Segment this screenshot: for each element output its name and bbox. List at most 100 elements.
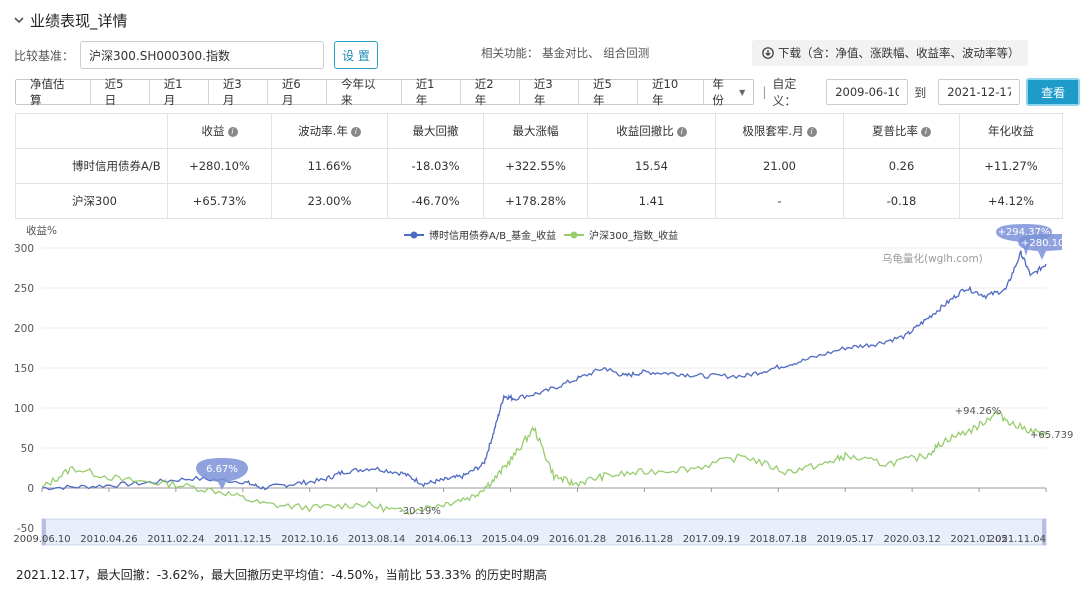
header-sharpe: 夏普比率 i bbox=[843, 113, 960, 149]
legend-marker bbox=[570, 231, 578, 239]
range-ytd[interactable]: 今年以来 bbox=[327, 77, 402, 107]
table-cell: -46.70% bbox=[387, 183, 484, 219]
annotation-label: +94.26% bbox=[955, 406, 1002, 417]
header-return: 收益 i bbox=[167, 113, 272, 149]
table-cell: 1.41 bbox=[587, 183, 716, 219]
legend-label: 沪深300_指数_收益 bbox=[589, 229, 678, 242]
x-tick-label: 2011.12.15 bbox=[214, 534, 271, 545]
table-header-row: 收益 i 波动率.年 i 最大回撤 最大涨幅 收益回撤比 i 极限套牢.月 i 夏普比率… bbox=[15, 113, 1063, 149]
to-label: 到 bbox=[914, 85, 927, 100]
x-tick-label: 2014.06.13 bbox=[415, 534, 472, 545]
query-button[interactable]: 查看 bbox=[1026, 78, 1080, 106]
table-cell: 0.26 bbox=[843, 148, 960, 184]
table-cell: 11.66% bbox=[271, 148, 388, 184]
range-3m[interactable]: 近3月 bbox=[208, 77, 268, 107]
table-cell: 15.54 bbox=[587, 148, 716, 184]
compare-row: 比较基准： 设 置 bbox=[14, 40, 379, 70]
range-5y[interactable]: 近5年 bbox=[578, 77, 639, 107]
x-tick-label: 2012.10.16 bbox=[281, 534, 338, 545]
index-name-cell[interactable]: 沪深300 bbox=[15, 183, 168, 219]
annotation-label: +280.10 bbox=[1021, 238, 1064, 249]
legend-label: 博时信用债券A/B_基金_收益 bbox=[429, 229, 556, 242]
divider: | bbox=[762, 85, 767, 99]
range-1m[interactable]: 近1月 bbox=[149, 77, 209, 107]
annotation-label: 6.67% bbox=[206, 464, 238, 475]
range-5d[interactable]: 近5日 bbox=[90, 77, 150, 107]
return-chart[interactable]: -50 0 50 100 150 200 250 300 收益% 博时信用债券A/B_基金_收益沪… bbox=[0, 220, 1080, 560]
info-icon[interactable]: i bbox=[806, 126, 817, 137]
drawdown-summary: 2021.12.17，最大回撤：-3.62%，最大回撤历史平均值：-4.50%，… bbox=[16, 568, 547, 582]
x-tick-label: 2020.03.12 bbox=[884, 534, 941, 545]
info-icon[interactable]: i bbox=[350, 126, 361, 137]
table-row: 博时信用债券A/B +280.10% 11.66% -18.03% +322.5… bbox=[15, 148, 1063, 184]
watermark-label: 乌龟量化(wglh.com) bbox=[882, 252, 983, 265]
header-blank bbox=[15, 113, 168, 149]
info-icon[interactable]: i bbox=[676, 126, 687, 137]
section-header[interactable]: 业绩表现_详情 bbox=[14, 8, 128, 32]
x-tick-label: 2017.09.19 bbox=[683, 534, 740, 545]
x-tick-label: 2013.08.14 bbox=[348, 534, 405, 545]
range-1y[interactable]: 近1年 bbox=[401, 77, 461, 107]
index-return-line bbox=[41, 411, 1047, 515]
performance-table: 收益 i 波动率.年 i 最大回撤 最大涨幅 收益回撤比 i 极限套牢.月 i 夏普比率… bbox=[15, 113, 1063, 219]
fund-name-cell[interactable]: 博时信用债券A/B bbox=[15, 148, 168, 184]
x-tick-label: 2015.04.09 bbox=[482, 534, 539, 545]
annotation-label: +65.739 bbox=[1030, 430, 1073, 441]
table-cell: -0.18 bbox=[843, 183, 960, 219]
page-title: 业绩表现_详情 bbox=[30, 11, 128, 30]
y-tick-label: 200 bbox=[14, 323, 34, 335]
start-date-input[interactable] bbox=[826, 79, 909, 105]
y-axis-label: 收益% bbox=[26, 224, 57, 237]
header-volatility: 波动率.年 i bbox=[271, 113, 388, 149]
table-cell: - bbox=[715, 183, 844, 219]
y-tick-label: 250 bbox=[14, 283, 34, 295]
chevron-down-icon bbox=[14, 17, 24, 24]
table-cell: 23.00% bbox=[271, 183, 388, 219]
x-tick-label: 2018.07.18 bbox=[750, 534, 807, 545]
end-date-input[interactable] bbox=[938, 79, 1021, 105]
header-max-gain: 最大涨幅 bbox=[483, 113, 588, 149]
range-2y[interactable]: 近2年 bbox=[460, 77, 520, 107]
range-estimate[interactable]: 净值估算 bbox=[16, 77, 91, 107]
y-tick-label: 0 bbox=[27, 483, 34, 495]
header-return-drawdown-ratio: 收益回撤比 i bbox=[587, 113, 716, 149]
header-max-drawdown: 最大回撤 bbox=[387, 113, 484, 149]
table-cell: +11.27% bbox=[959, 148, 1063, 184]
table-cell: +178.28% bbox=[483, 183, 588, 219]
range-10y[interactable]: 近10年 bbox=[638, 77, 705, 107]
custom-label: 自定义： bbox=[772, 77, 797, 108]
range-3y[interactable]: 近3年 bbox=[519, 77, 579, 107]
range-year-dropdown[interactable]: 年份 ▼ bbox=[704, 77, 754, 107]
annotation-label: -30.19% bbox=[399, 506, 441, 517]
x-tick-label: 2011.02.24 bbox=[147, 534, 204, 545]
x-tick-label: 2019.05.17 bbox=[817, 534, 874, 545]
table-cell: +65.73% bbox=[167, 183, 272, 219]
related-functions[interactable]: 相关功能： 基金对比、 组合回测 bbox=[481, 45, 649, 61]
y-tick-label: 150 bbox=[14, 363, 34, 375]
download-button[interactable]: 下载（含：净值、涨跌幅、收益率、波动率等） bbox=[752, 40, 1028, 66]
benchmark-input[interactable] bbox=[80, 41, 325, 69]
table-cell: +280.10% bbox=[167, 148, 272, 184]
y-tick-label: 50 bbox=[21, 443, 34, 455]
range-6m[interactable]: 近6月 bbox=[267, 77, 328, 107]
download-icon bbox=[762, 47, 774, 59]
info-icon[interactable]: i bbox=[921, 126, 931, 137]
header-annual-return: 年化收益 bbox=[959, 113, 1063, 149]
range-button-group: 净值估算 近5日 近1月 近3月 近6月 今年以来 近1年 近2年 近3年 近5… bbox=[15, 77, 755, 107]
x-tick-label: 2016.01.28 bbox=[549, 534, 606, 545]
header-max-trapped: 极限套牢.月 i bbox=[715, 113, 844, 149]
set-button[interactable]: 设 置 bbox=[334, 41, 379, 69]
x-tick-label: 2010.04.26 bbox=[80, 534, 137, 545]
y-tick-label: 100 bbox=[14, 403, 34, 415]
return-chart-svg[interactable]: -50050100150200250300收益% 博时信用债券A/B_基金_收益沪… bbox=[0, 220, 1080, 560]
x-tick-label: 2016.11.28 bbox=[616, 534, 673, 545]
download-label: 下载（含：净值、涨跌幅、收益率、波动率等） bbox=[778, 46, 1020, 60]
table-cell: -18.03% bbox=[387, 148, 484, 184]
range-toolbar: 净值估算 近5日 近1月 近3月 近6月 今年以来 近1年 近2年 近3年 近5… bbox=[15, 77, 1080, 108]
table-row: 沪深300 +65.73% 23.00% -46.70% +178.28% 1.… bbox=[15, 183, 1063, 219]
info-icon[interactable]: i bbox=[227, 126, 238, 137]
year-dropdown-label: 年份 bbox=[712, 77, 724, 107]
x-tick-label: 2009.06.10 bbox=[13, 534, 70, 545]
table-cell: +4.12% bbox=[959, 183, 1063, 219]
y-tick-label: 300 bbox=[14, 243, 34, 255]
